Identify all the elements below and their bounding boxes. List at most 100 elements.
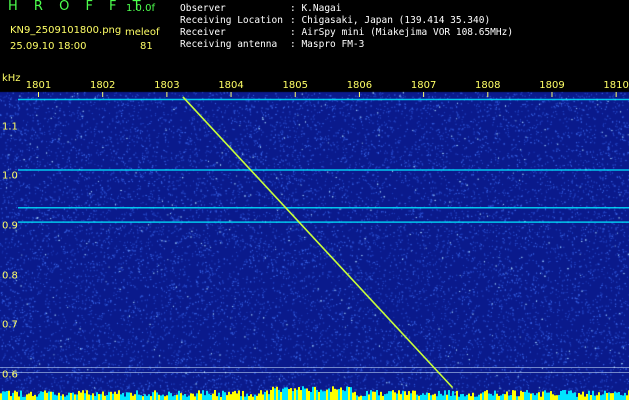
noise-floor-bar [504,394,506,400]
noise-floor-bar [516,396,518,400]
noise-floor-bar [480,393,482,400]
noise-floor-bar [566,394,568,400]
noise-floor-bar [586,393,588,400]
count-value: 81 [140,41,153,52]
noise-floor-bar [454,395,456,400]
program-name: meleof [125,27,160,38]
noise-floor-bar [196,393,198,400]
x-axis-ticks: 1801 1802 1803 1804 1805 1806 1807 1808 1809 1810 [0,78,629,94]
noise-floor-bar [242,390,244,400]
noise-floor-bar [52,391,54,400]
noise-floor-bar [330,391,332,400]
noise-floor-bar [204,395,206,400]
noise-floor-bar [112,393,114,400]
noise-floor-bar [214,390,216,400]
noise-floor-bar [376,390,378,400]
noise-floor-bar [344,391,346,400]
noise-floor-bar [78,390,80,400]
noise-floor-bar [350,387,352,400]
noise-floor-bar [136,390,138,400]
noise-floor-bar [382,395,384,400]
noise-floor-bar [462,393,464,400]
x-tick-label: 1804 [218,80,244,91]
noise-floor-bar [352,392,354,400]
noise-floor-bar [264,391,266,400]
noise-floor-bar [282,388,284,400]
noise-floor-bar [544,390,546,400]
noise-floor-bar [72,392,74,400]
noise-floor-bar [260,390,262,400]
noise-floor-bar [152,392,154,400]
noise-floor-bar [172,396,174,400]
noise-floor-bar [408,391,410,400]
noise-floor-bar [518,396,520,400]
noise-floor-bar [434,393,436,400]
noise-floor-bar [600,395,602,400]
info-value-location: : Chigasaki, Japan (139.414 35.340) [290,15,491,26]
noise-floor-bar [140,395,142,400]
noise-floor-bar [294,388,296,400]
noise-floor-bar [494,390,496,400]
noise-floor-bar [90,395,92,400]
noise-floor-bar [88,394,90,400]
noise-floor-bar [468,393,470,400]
noise-floor-bar [498,395,500,400]
noise-floor-bar [244,396,246,400]
noise-floor-bar [116,394,118,400]
noise-floor-bar [402,390,404,400]
noise-floor-bar [440,393,442,400]
info-label-receiver: Receiver [180,27,226,38]
noise-floor-bar [208,393,210,400]
noise-floor-bar [556,395,558,400]
noise-floor-bar [262,394,264,400]
noise-floor-bar [574,392,576,400]
noise-floor-bar [560,391,562,400]
noise-floor-bar [224,392,226,400]
noise-floor-bar [274,388,276,400]
noise-floor-bar [354,391,356,400]
noise-floor-bar [120,394,122,400]
noise-floor-bar [324,391,326,400]
noise-floor-bar [590,395,592,400]
noise-floor-bar [154,390,156,400]
noise-floor-bar [578,393,580,400]
noise-floor-bar [74,394,76,400]
noise-floor-bar [80,392,82,400]
noise-floor-bar [212,393,214,400]
noise-floor-bar [198,390,200,400]
noise-floor-bar [38,394,40,400]
noise-floor-bar [490,393,492,400]
noise-floor-bar [48,391,50,400]
noise-floor-bar [218,392,220,400]
noise-floor-bar [278,389,280,400]
noise-floor-bar [546,392,548,400]
noise-floor-bar [564,390,566,400]
noise-floor-bar [168,391,170,400]
noise-floor-bar [570,390,572,400]
noise-floor-bar [190,393,192,400]
noise-floor-bar [56,395,58,400]
y-tick-label: 0.7 [2,319,18,331]
noise-floor-bar [366,390,368,400]
noise-floor-bar [50,391,52,400]
noise-floor-bar [478,394,480,400]
noise-floor-bar [96,392,98,400]
noise-floor-bar [548,392,550,400]
noise-floor-bar [114,391,116,400]
noise-floor-bar [98,394,100,400]
noise-floor-bar [216,396,218,400]
noise-floor-bar [414,390,416,400]
noise-floor-bar [318,391,320,400]
noise-floor-bar [142,396,144,400]
info-value-receiver: : AirSpy mini (Miakejima VOR 108.65MHz) [290,27,514,38]
noise-floor-bar [398,390,400,400]
noise-floor-bar [396,393,398,400]
y-tick-label: 0.9 [2,220,18,232]
noise-floor-bar [258,393,260,400]
x-tick-label: 1809 [539,80,565,91]
noise-floor-bar [288,389,290,400]
noise-floor-bar [180,393,182,400]
noise-floor-bar [374,391,376,400]
x-tick-label: 1801 [25,80,52,91]
noise-floor-bar [538,392,540,400]
